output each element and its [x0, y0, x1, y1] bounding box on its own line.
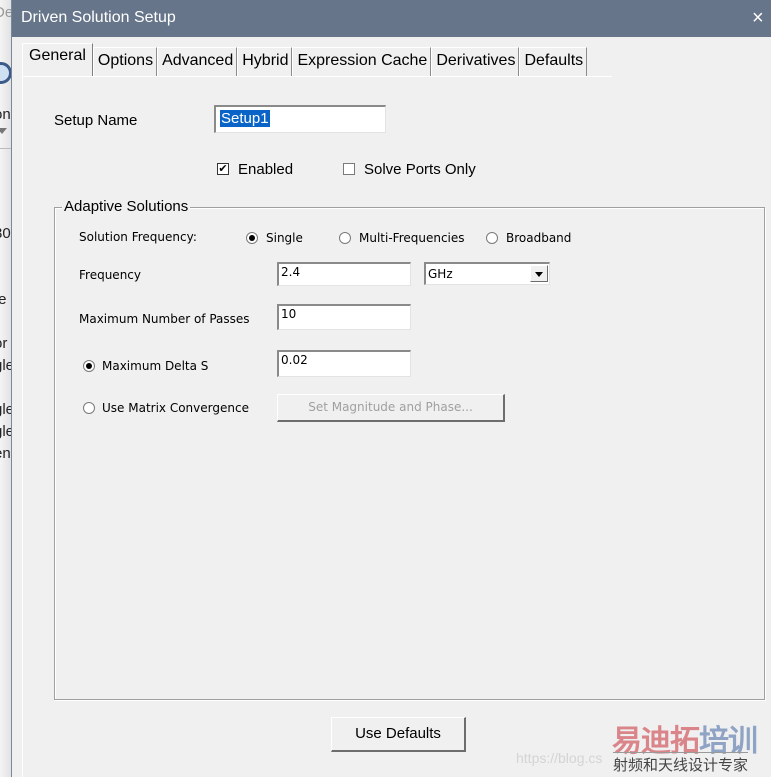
bg-text-fragment: te	[0, 291, 7, 308]
frequency-value: 2.4	[281, 265, 301, 279]
enabled-checkbox[interactable]: ✔	[217, 163, 229, 175]
watermark-subtitle: 射频和天线设计专家	[613, 752, 749, 775]
bg-text-fragment: on	[0, 106, 11, 123]
tab-panel-left-edge	[22, 76, 23, 777]
frequency-input[interactable]: 2.4	[277, 262, 411, 286]
max-delta-s-label: Maximum Delta S	[102, 359, 209, 373]
bg-divider	[0, 148, 11, 149]
dropdown-arrow-icon	[0, 128, 7, 134]
tab-options[interactable]: Options	[92, 47, 158, 76]
chevron-down-icon[interactable]	[530, 265, 548, 282]
radio-multi-frequencies-label: Multi-Frequencies	[359, 231, 465, 245]
tab-general[interactable]: General	[22, 43, 93, 77]
radio-use-matrix-convergence[interactable]	[83, 402, 95, 414]
frequency-unit-select[interactable]: GHz	[424, 262, 550, 285]
set-magnitude-and-phase-button[interactable]: Set Magnitude and Phase...	[277, 394, 505, 422]
solution-frequency-label: Solution Frequency:	[79, 230, 197, 244]
radio-max-delta-s[interactable]	[83, 360, 95, 372]
magnifier-icon	[0, 62, 11, 84]
max-passes-label: Maximum Number of Passes	[79, 312, 250, 326]
solve-ports-only-label: Solve Ports Only	[364, 161, 476, 178]
radio-multi-frequencies[interactable]	[339, 232, 351, 244]
watermark-url: https://blog.cs	[516, 750, 603, 766]
use-matrix-convergence-label: Use Matrix Convergence	[102, 401, 249, 415]
setup-name-label: Setup Name	[54, 112, 138, 129]
tab-derivatives[interactable]: Derivatives	[431, 47, 520, 76]
max-delta-s-input[interactable]: 0.02	[277, 350, 411, 377]
adaptive-solutions-title: Adaptive Solutions	[62, 198, 191, 215]
radio-broadband-label: Broadband	[506, 231, 572, 245]
use-defaults-button[interactable]: Use Defaults	[331, 717, 466, 752]
setup-name-value: Setup1	[220, 110, 270, 127]
window-title: Driven Solution Setup	[21, 9, 176, 26]
tab-strip: General Options Advanced Hybrid Expressi…	[22, 43, 588, 77]
max-passes-value: 10	[281, 307, 297, 321]
radio-single[interactable]	[246, 232, 258, 244]
radio-single-label: Single	[266, 231, 303, 245]
setup-name-input[interactable]: Setup1	[214, 105, 386, 133]
bg-text-fragment: 30	[0, 225, 11, 242]
bg-text-fragment: or	[0, 335, 8, 352]
max-passes-input[interactable]: 10	[277, 304, 411, 330]
frequency-unit-value: GHz	[428, 267, 453, 281]
solve-ports-only-checkbox[interactable]	[343, 163, 355, 175]
bg-text-fragment: gle	[0, 357, 11, 374]
tab-advanced[interactable]: Advanced	[157, 47, 238, 76]
frequency-label: Frequency	[79, 268, 141, 282]
title-bar[interactable]: Driven Solution Setup ×	[12, 0, 771, 37]
driven-solution-setup-dialog: Driven Solution Setup × General Options …	[11, 0, 771, 777]
tab-panel-top-edge	[22, 76, 612, 77]
tab-hybrid[interactable]: Hybrid	[237, 47, 293, 76]
tab-defaults[interactable]: Defaults	[519, 47, 588, 76]
tab-expression-cache[interactable]: Expression Cache	[292, 47, 432, 76]
max-delta-s-value: 0.02	[281, 353, 308, 367]
radio-broadband[interactable]	[486, 232, 498, 244]
bg-text-fragment: De	[0, 4, 11, 21]
bg-text-fragment: en	[0, 445, 11, 462]
bg-text-fragment: gle	[0, 423, 11, 440]
close-icon[interactable]: ×	[752, 0, 771, 37]
background-app-window: De on 30 te or gle gle gle en	[0, 0, 11, 777]
enabled-label: Enabled	[238, 161, 294, 178]
bg-text-fragment: gle	[0, 401, 11, 418]
